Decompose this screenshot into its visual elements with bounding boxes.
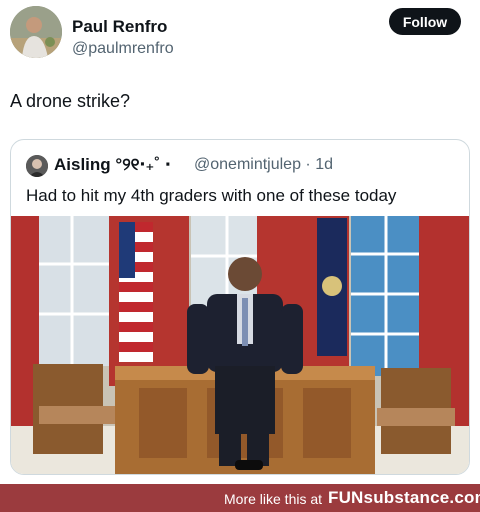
quoted-user-avatar[interactable] <box>26 155 48 177</box>
post-header: Paul Renfro @paulmrenfro Follow <box>10 6 470 60</box>
user-avatar[interactable] <box>10 6 62 58</box>
quoted-meta: @onemintjulep · 1d <box>194 156 333 173</box>
post-text: A drone strike? <box>10 91 131 111</box>
quoted-handle[interactable]: @onemintjulep <box>194 156 301 173</box>
quoted-display-name[interactable]: Aisling °୨୧‧₊˚ ⋅ <box>54 155 171 175</box>
footer-bar[interactable]: More like this at FUNsubstance.com <box>0 484 480 512</box>
footer-brand-link[interactable]: FUNsubstance.com <box>328 488 480 508</box>
follow-button[interactable]: Follow <box>389 8 461 35</box>
footer-prefix: More like this at <box>224 491 323 507</box>
quoted-text: Had to hit my 4th graders with one of th… <box>26 186 397 205</box>
quoted-post[interactable]: Aisling °୨୧‧₊˚ ⋅ @onemintjulep · 1d Had … <box>10 139 470 475</box>
user-handle[interactable]: @paulmrenfro <box>72 40 174 58</box>
display-name[interactable]: Paul Renfro <box>72 17 167 37</box>
oval-office-photo <box>11 216 469 474</box>
quoted-time: 1d <box>315 156 333 173</box>
